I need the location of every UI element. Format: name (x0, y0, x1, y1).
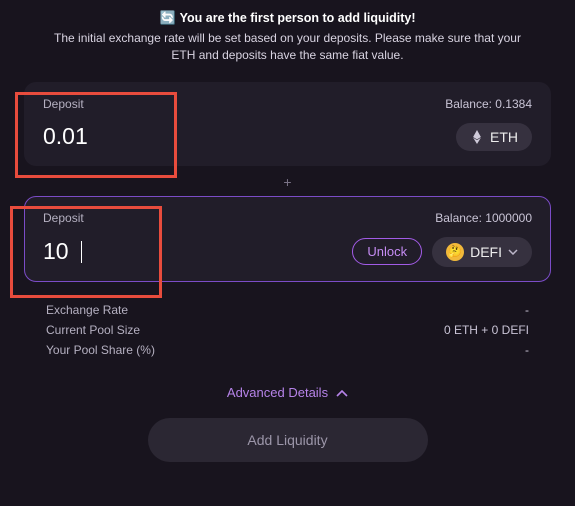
deposit-label: Deposit (43, 97, 84, 111)
eth-icon (470, 130, 484, 144)
stats-panel: Exchange Rate - Current Pool Size 0 ETH … (24, 290, 551, 365)
exchange-rate-label: Exchange Rate (46, 300, 128, 320)
refresh-icon: 🔄 (159, 10, 175, 26)
balance-display: Balance: 1000000 (435, 211, 532, 225)
notice-subtitle: The initial exchange rate will be set ba… (24, 30, 551, 64)
deposit-panel-eth: Deposit Balance: 0.1384 ETH (24, 82, 551, 166)
token-eth-pill: ETH (456, 123, 532, 151)
advanced-details-toggle[interactable]: Advanced Details (24, 385, 551, 400)
token-eth-label: ETH (490, 129, 518, 145)
chevron-down-icon (508, 246, 518, 258)
unlock-button[interactable]: Unlock (352, 238, 422, 265)
pool-share-label: Your Pool Share (%) (46, 340, 155, 360)
pool-size-label: Current Pool Size (46, 320, 140, 340)
notice-title: You are the first person to add liquidit… (180, 11, 416, 25)
deposit-eth-input[interactable] (43, 123, 203, 150)
token-defi-select[interactable]: 🤔 DEFI (432, 237, 532, 267)
pool-size-value: 0 ETH + 0 DEFI (444, 320, 529, 340)
balance-display: Balance: 0.1384 (445, 97, 532, 111)
text-cursor (81, 241, 82, 263)
token-defi-label: DEFI (470, 244, 502, 260)
plus-separator: + (24, 174, 551, 190)
deposit-label: Deposit (43, 211, 84, 225)
notice-header: 🔄 You are the first person to add liquid… (24, 10, 551, 64)
defi-icon: 🤔 (446, 243, 464, 261)
add-liquidity-button[interactable]: Add Liquidity (148, 418, 428, 462)
exchange-rate-value: - (525, 300, 529, 320)
deposit-panel-defi: Deposit Balance: 1000000 Unlock 🤔 DEFI (24, 196, 551, 282)
deposit-defi-input[interactable] (43, 238, 83, 265)
chevron-up-icon (336, 385, 348, 400)
pool-share-value: - (525, 340, 529, 360)
